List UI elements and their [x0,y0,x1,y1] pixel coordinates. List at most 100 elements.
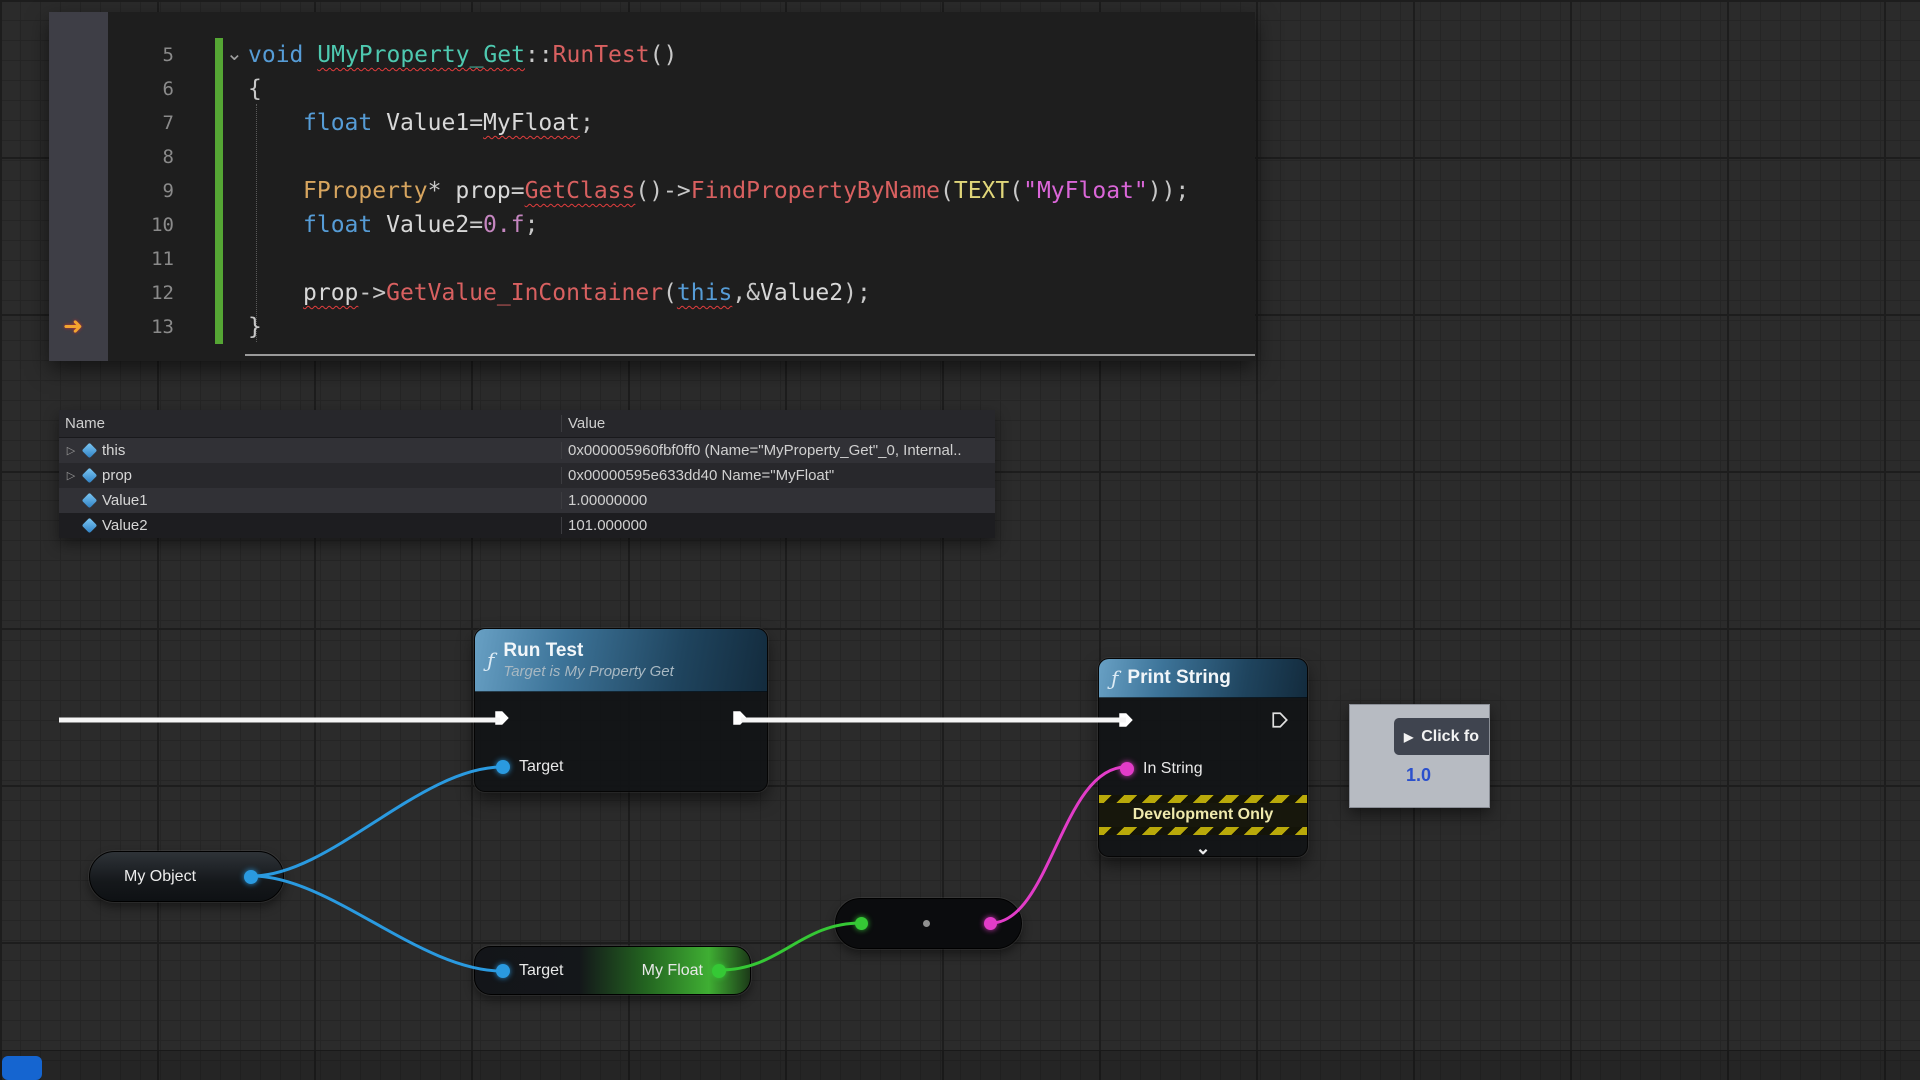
line-number: 10 [108,208,208,242]
code-token: float [303,212,386,238]
variable-value: 1.00000000 [561,492,995,509]
variable-name: prop [102,467,132,484]
code-token: UMyProperty_Get [317,42,525,68]
node-get-my-float[interactable]: Target My Float [474,946,751,995]
code-editor[interactable]: ➜ 5 ⌄void UMyProperty_Get::RunTest() 6 {… [49,12,1255,361]
column-header-value[interactable]: Value [561,415,995,432]
float-input-pin[interactable] [855,917,868,930]
code-line: 7 float Value1=MyFloat; [49,106,1255,140]
code-token: ,& [732,280,760,306]
code-token: ( [940,178,954,204]
node-run-test[interactable]: ƒ Run Test Target is My Property Get Tar… [474,628,768,792]
code-token: ; [525,212,539,238]
node-subtitle: Target is My Property Get [503,663,673,680]
debug-value-tooltip[interactable]: ▶ Click fo 1.0 [1349,704,1490,808]
code-token: this [677,280,732,306]
code-token: } [248,314,262,340]
variable-name: Value1 [102,492,148,509]
code-token: = [469,212,483,238]
line-number: 14 [108,354,208,361]
code-token: :: [525,42,553,68]
float-output-pin[interactable] [712,964,726,978]
watched-value: 1.0 [1406,765,1431,786]
code-line: 9 FProperty* prop=GetClass()->FindProper… [49,174,1255,208]
code-token: = [469,110,483,136]
code-token: GetClass [525,178,636,204]
watch-window[interactable]: Name Value ▷ this 0x000005960fbf0ff0 (Na… [59,410,995,538]
column-header-name[interactable]: Name [59,415,561,432]
hazard-stripe [1099,827,1307,835]
watch-row[interactable]: ▷ this 0x000005960fbf0ff0 (Name="MyPrope… [59,438,995,463]
line-number: 12 [108,276,208,310]
code-token: ; [580,110,594,136]
watch-header: Name Value [59,410,995,438]
variable-value: 0x000005960fbf0ff0 (Name="MyProperty_Get… [561,442,995,459]
target-input-pin[interactable] [496,760,510,774]
exec-in-pin[interactable] [493,709,511,732]
exec-in-pin[interactable] [1117,711,1135,734]
code-token: * [428,178,456,204]
node-title: Print String [1127,667,1230,689]
editor-scroll-rule[interactable] [245,354,1255,356]
object-output-pin[interactable] [244,870,258,884]
exec-out-pin[interactable] [1271,711,1289,734]
code-token: prop [455,178,510,204]
line-number: 8 [108,140,208,174]
blueprint-graph-canvas[interactable]: ƒ Run Test Target is My Property Get Tar… [0,0,1920,1080]
pin-label: Target [519,962,563,980]
pin-label: Target [519,758,563,776]
code-token: ); [843,280,871,306]
code-line: 11 [49,242,1255,276]
line-number: 7 [108,106,208,140]
line-number: 6 [108,72,208,106]
code-token: GetValue_InContainer [386,280,663,306]
node-my-object[interactable]: My Object [89,851,284,902]
watch-row[interactable]: Value1 1.00000000 [59,488,995,513]
tooltip-hint-band[interactable]: ▶ Click fo [1394,718,1490,755]
data-wire-blue [252,767,502,876]
line-number: 11 [108,242,208,276]
code-token: { [248,76,262,102]
collapse-chevron-icon[interactable]: ⌄ [226,36,243,70]
node-collapse-chevron-icon[interactable]: ⌄ [1099,835,1307,857]
code-token: void [248,42,317,68]
watch-row[interactable]: Value2 101.000000 [59,513,995,538]
exec-out-pin[interactable] [731,709,749,732]
code-token: prop [303,280,358,306]
node-title: Run Test [503,640,673,662]
tooltip-hint-text: Click fo [1421,728,1479,746]
node-print-string[interactable]: ƒ Print String In String Development Onl… [1098,658,1308,857]
expand-arrow-icon[interactable]: ▷ [65,444,77,457]
code-token: TEXT [954,178,1009,204]
function-icon: ƒ [1111,666,1118,690]
code-token: FindPropertyByName [691,178,940,204]
code-token: -> [358,280,386,306]
line-number: 13 [108,310,208,344]
code-token: ()-> [635,178,690,204]
canvas-bottom-strip [0,1051,1920,1080]
code-line: 10 float Value2=0.f; [49,208,1255,242]
code-token: Value2 [760,280,843,306]
string-output-pin[interactable] [984,917,997,930]
code-line: 13 } [49,310,1255,344]
variable-icon [82,493,98,509]
code-token: ( [663,280,677,306]
code-token: 0.f [483,212,525,238]
pin-label: My Float [642,962,703,980]
partial-node-blue[interactable] [2,1056,42,1080]
in-string-input-pin[interactable] [1120,762,1134,776]
expand-arrow-icon[interactable]: ▷ [65,469,77,482]
variable-value: 0x00000595e633dd40 Name="MyFloat" [561,467,995,484]
code-token: RunTest [553,42,650,68]
code-token: )); [1148,178,1190,204]
execution-pointer-icon: ➜ [63,312,83,340]
hazard-stripe [1099,795,1307,803]
variable-value: 101.000000 [561,517,995,534]
code-line: 5 ⌄void UMyProperty_Get::RunTest() [49,38,1255,72]
line-number: 9 [108,174,208,208]
target-input-pin[interactable] [496,964,510,978]
code-token: FProperty [303,178,428,204]
watch-row[interactable]: ▷ prop 0x00000595e633dd40 Name="MyFloat" [59,463,995,488]
node-float-to-string-conversion[interactable] [835,898,1022,949]
breakpoint-margin[interactable] [49,12,108,361]
